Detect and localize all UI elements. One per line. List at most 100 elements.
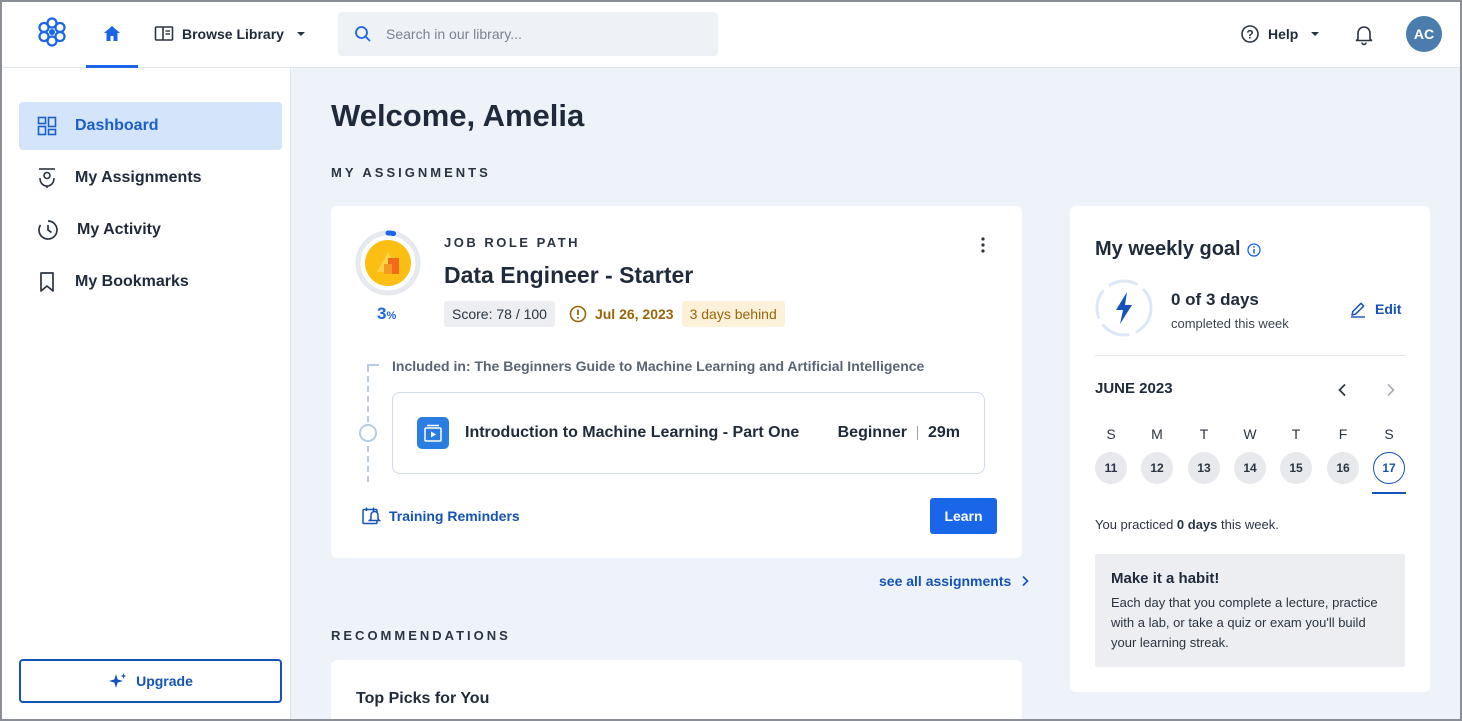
caret-down-icon xyxy=(296,32,305,36)
weekday-label: F xyxy=(1338,426,1348,442)
habit-text: Each day that you complete a lecture, pr… xyxy=(1111,595,1378,650)
divider xyxy=(1095,355,1405,356)
weekday-label: M xyxy=(1151,426,1163,442)
search-input[interactable] xyxy=(386,26,686,42)
svg-text:?: ? xyxy=(1246,28,1253,42)
path-type-label: JOB ROLE PATH xyxy=(444,235,581,250)
timeline-dot xyxy=(359,424,377,442)
calendar-day[interactable]: 16 xyxy=(1327,452,1359,484)
sparkle-icon xyxy=(109,673,127,688)
sidebar-item-label: My Activity xyxy=(77,221,161,238)
info-icon[interactable] xyxy=(1246,242,1261,257)
section-heading-recommendations: RECOMMENDATIONS xyxy=(331,628,511,643)
home-icon xyxy=(104,25,120,41)
calendar-day[interactable]: 15 xyxy=(1280,452,1312,484)
sidebar-item-label: Dashboard xyxy=(75,117,159,134)
lightning-icon xyxy=(1116,292,1132,324)
calendar-day[interactable]: 14 xyxy=(1234,452,1266,484)
search-icon xyxy=(355,26,371,42)
path-meta: Score: 78 / 100 Jul 26, 2023 3 days behi… xyxy=(444,301,785,327)
training-reminders-label: Training Reminders xyxy=(389,508,520,524)
page-title: Welcome, Amelia xyxy=(331,98,585,133)
sidebar: Dashboard My Assignments My Activity My … xyxy=(2,68,291,719)
chevron-right-icon[interactable] xyxy=(1382,382,1398,398)
avatar[interactable]: AC xyxy=(1406,16,1442,52)
more-options-icon[interactable] xyxy=(977,236,989,254)
goal-progress-ring xyxy=(1095,279,1153,337)
calendar-day[interactable]: 13 xyxy=(1188,452,1220,484)
included-in-text: Included in: The Beginners Guide to Mach… xyxy=(392,358,925,374)
calendar-day[interactable]: 11 xyxy=(1095,452,1127,484)
activity-icon xyxy=(38,220,58,240)
weekday-label: T xyxy=(1199,426,1209,442)
weekday-label: S xyxy=(1106,426,1116,442)
calendar-day-today[interactable]: 17 xyxy=(1373,452,1405,484)
browse-library-menu[interactable]: Browse Library xyxy=(154,22,310,46)
edit-goal-button[interactable]: Edit xyxy=(1349,300,1401,318)
top-picks-title: Top Picks for You xyxy=(356,690,490,707)
training-reminders-link[interactable]: Training Reminders xyxy=(361,506,520,526)
book-icon xyxy=(154,26,174,41)
warning-icon xyxy=(569,305,587,323)
video-course-icon xyxy=(417,417,449,449)
weekday-label: T xyxy=(1291,426,1301,442)
browse-library-label: Browse Library xyxy=(182,26,284,42)
help-icon: ? xyxy=(1241,25,1259,43)
sidebar-item-my-assignments[interactable]: My Assignments xyxy=(19,154,282,202)
status-badge: 3 days behind xyxy=(681,301,785,327)
upgrade-button[interactable]: Upgrade xyxy=(19,659,282,703)
assignment-card: 3% JOB ROLE PATH Data Engineer - Starter… xyxy=(331,206,1022,558)
weekday-label: W xyxy=(1243,426,1257,442)
sidebar-item-my-activity[interactable]: My Activity xyxy=(19,206,282,254)
learn-button[interactable]: Learn xyxy=(930,498,997,534)
see-all-label: see all assignments xyxy=(879,573,1012,589)
course-item[interactable]: Introduction to Machine Learning - Part … xyxy=(392,392,985,474)
help-label: Help xyxy=(1268,26,1299,42)
weekly-goal-card: My weekly goal 0 of 3 days completed thi… xyxy=(1070,206,1430,692)
sidebar-item-my-bookmarks[interactable]: My Bookmarks xyxy=(19,258,282,306)
path-progress-percent: 3% xyxy=(377,304,397,323)
see-all-assignments-link[interactable]: see all assignments xyxy=(879,573,1029,589)
weekday-label: S xyxy=(1384,426,1394,442)
calendar-day[interactable]: 12 xyxy=(1141,452,1173,484)
path-title[interactable]: Data Engineer - Starter xyxy=(444,262,693,289)
weekly-goal-title-text: My weekly goal xyxy=(1095,238,1241,260)
app-window: Browse Library ? Help xyxy=(0,0,1462,721)
search-bar xyxy=(338,12,718,56)
bookmark-icon xyxy=(40,272,54,292)
help-menu[interactable]: ? Help xyxy=(1240,22,1324,46)
habit-tip: Make it a habit! Each day that you compl… xyxy=(1095,554,1405,667)
calendar-month: JUNE 2023 xyxy=(1095,380,1173,397)
edit-label: Edit xyxy=(1375,301,1402,317)
course-duration: 29m xyxy=(927,424,960,441)
logo-icon[interactable] xyxy=(36,16,68,48)
weekly-goal-title: My weekly goal xyxy=(1095,238,1261,261)
calendar-alarm-icon xyxy=(362,507,381,525)
dashboard-icon xyxy=(37,116,57,136)
sidebar-item-dashboard[interactable]: Dashboard xyxy=(19,102,282,150)
today-indicator xyxy=(1372,492,1406,494)
due-date-text: Jul 26, 2023 xyxy=(594,306,674,322)
course-level: Beginner xyxy=(837,424,907,441)
path-progress-ring xyxy=(355,230,421,296)
due-date: Jul 26, 2023 xyxy=(569,305,674,323)
pencil-icon xyxy=(1351,302,1365,318)
goal-sub: completed this week xyxy=(1171,316,1289,331)
sidebar-item-label: My Assignments xyxy=(75,169,202,186)
recommendations-card: Top Picks for You xyxy=(331,660,1022,719)
bell-icon[interactable] xyxy=(1352,22,1376,46)
sidebar-item-label: My Bookmarks xyxy=(75,273,189,290)
caret-down-icon xyxy=(1311,32,1320,36)
top-bar: Browse Library ? Help xyxy=(2,2,1460,68)
divider xyxy=(916,426,918,440)
chevron-right-icon xyxy=(1022,575,1029,587)
habit-title: Make it a habit! xyxy=(1111,570,1220,587)
course-title: Introduction to Machine Learning - Part … xyxy=(465,424,800,441)
assignments-icon xyxy=(39,168,55,188)
home-tab[interactable] xyxy=(86,2,138,68)
chevron-left-icon[interactable] xyxy=(1335,382,1351,398)
goal-days: 0 of 3 days xyxy=(1171,290,1259,309)
upgrade-label: Upgrade xyxy=(136,673,193,689)
score-badge: Score: 78 / 100 xyxy=(444,301,555,327)
practiced-summary: You practiced 0 days this week. xyxy=(1095,517,1279,532)
